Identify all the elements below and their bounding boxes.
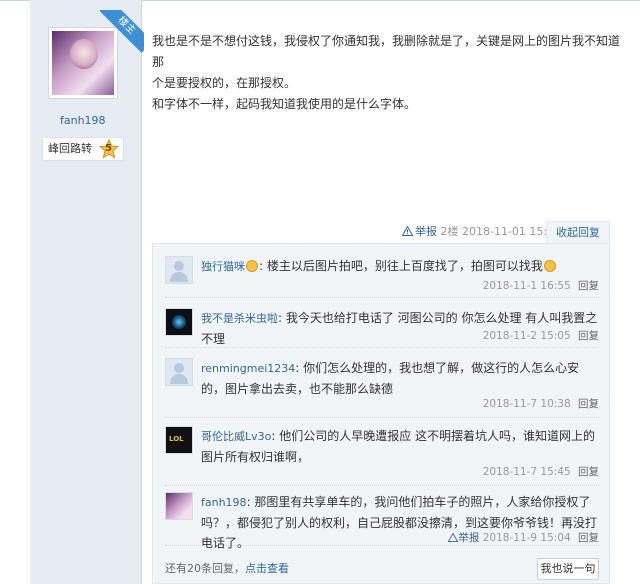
more-replies-text: 还有20条回复， [165,562,245,575]
reply-avatar[interactable] [165,256,193,284]
reply-username[interactable]: renmingmei1234 [201,362,295,375]
op-badge-label: 楼主 [100,10,144,53]
reply-item: renmingmei1234: 你们怎么处理的，我也想了解，做这行的人怎么心安的… [165,358,599,418]
reply-footer: 2018-11-7 15:45 回复 [483,464,599,479]
view-more-link[interactable]: 点击查看 [245,562,289,575]
post-line: 个是要授权的，在那授权。 [152,76,297,90]
more-replies: 还有20条回复，点击查看 [165,560,289,576]
level-number: 5 [105,143,112,154]
reply-item: 哥伦比威Lv3o: 他们公司的人早晚遭报应 这不明摆着坑人吗，谁知道网上的图片所… [165,426,599,486]
reply-username[interactable]: fanh198 [201,496,247,509]
warning-icon [448,533,459,542]
reply-item: fanh198: 那图里有共享单车的，我问他们拍车子的照片，人家给你授权了吗？，… [165,492,599,550]
reply-item: 独行猫咪: 楼主以后图片拍吧，别往上百度找了，拍图可以找我 2018-11-1 … [165,256,599,298]
post-report-label: 举报 [415,225,437,238]
post-content: 我也是不是不想付这钱，我侵权了你通知我，我删除就是了，关键是网上的图片我不知道那… [152,31,622,115]
collapse-replies-button[interactable]: 收起回复 [546,221,610,243]
warning-icon [402,226,413,236]
post-report-link[interactable]: 举报 [402,225,437,238]
reply-button[interactable]: 回复 [578,398,599,410]
level-title: 峰回路转 [48,142,92,155]
reply-button[interactable]: 回复 [578,280,599,292]
reply-button[interactable]: 回复 [578,532,599,544]
reply-report-link[interactable]: 举报 [448,532,479,544]
author-username[interactable]: fanh198 [60,114,106,127]
reply-text: 楼主以后图片拍吧，别往上百度找了，拍图可以找我 [266,259,543,273]
reply-time: 2018-11-2 15:05 [482,330,571,342]
reply-time: 2018-11-7 10:38 [482,398,571,410]
reply-time: 2018-11-7 15:45 [482,466,571,478]
reply-avatar[interactable] [165,492,193,520]
reply-report-label: 举报 [458,532,480,544]
reply-body: 独行猫咪: 楼主以后图片拍吧，别往上百度找了，拍图可以找我 [201,256,599,277]
reply-button[interactable]: 回复 [578,330,599,342]
reply-body: renmingmei1234: 你们怎么处理的，我也想了解，做这行的人怎么心安的… [201,361,580,396]
post-meta: 举报 2楼 2018-11-01 15:40 [402,223,561,239]
reply-button[interactable]: 回复 [578,466,599,478]
author-level: 峰回路转 5 [42,137,124,161]
reply-avatar[interactable] [165,358,193,386]
reply-avatar[interactable] [165,426,193,454]
reply-footer: 2018-11-2 15:05 回复 [483,328,599,343]
replies-panel: 独行猫咪: 楼主以后图片拍吧，别往上百度找了，拍图可以找我 2018-11-1 … [152,243,610,584]
reply-item: 我不是杀米虫啦: 我今天也给打电话了 河图公司的 你怎么处理 有人叫我置之不理 … [165,308,599,348]
reply-body: 哥伦比威Lv3o: 他们公司的人早晚遭报应 这不明摆着坑人吗，谁知道网上的图片所… [201,429,596,464]
post-floor: 2楼 [440,225,459,238]
reply-avatar[interactable] [165,308,193,336]
emoji-icon [543,260,556,272]
post-line: 我也是不是不想付这钱，我侵权了你通知我，我删除就是了，关键是网上的图片我不知道那 [152,34,621,69]
reply-username[interactable]: 哥伦比威Lv3o [201,430,271,443]
add-reply-button[interactable]: 我也说一句 [537,558,599,580]
op-badge: 楼主 [100,10,144,54]
reply-footer: 2018-11-7 10:38 回复 [483,396,599,411]
reply-time: 2018-11-9 15:04 [482,532,571,544]
emoji-icon [246,260,258,272]
reply-username[interactable]: 我不是杀米虫啦 [201,312,278,325]
reply-username[interactable]: 独行猫咪 [201,260,245,273]
reply-footer: 举报 2018-11-9 15:04 回复 [448,530,599,545]
reply-time: 2018-11-1 16:55 [482,280,571,292]
reply-footer: 2018-11-1 16:55 回复 [483,278,599,293]
post-line: 和字体不一样，起码我知道我使用的是什么字体。 [152,97,417,111]
